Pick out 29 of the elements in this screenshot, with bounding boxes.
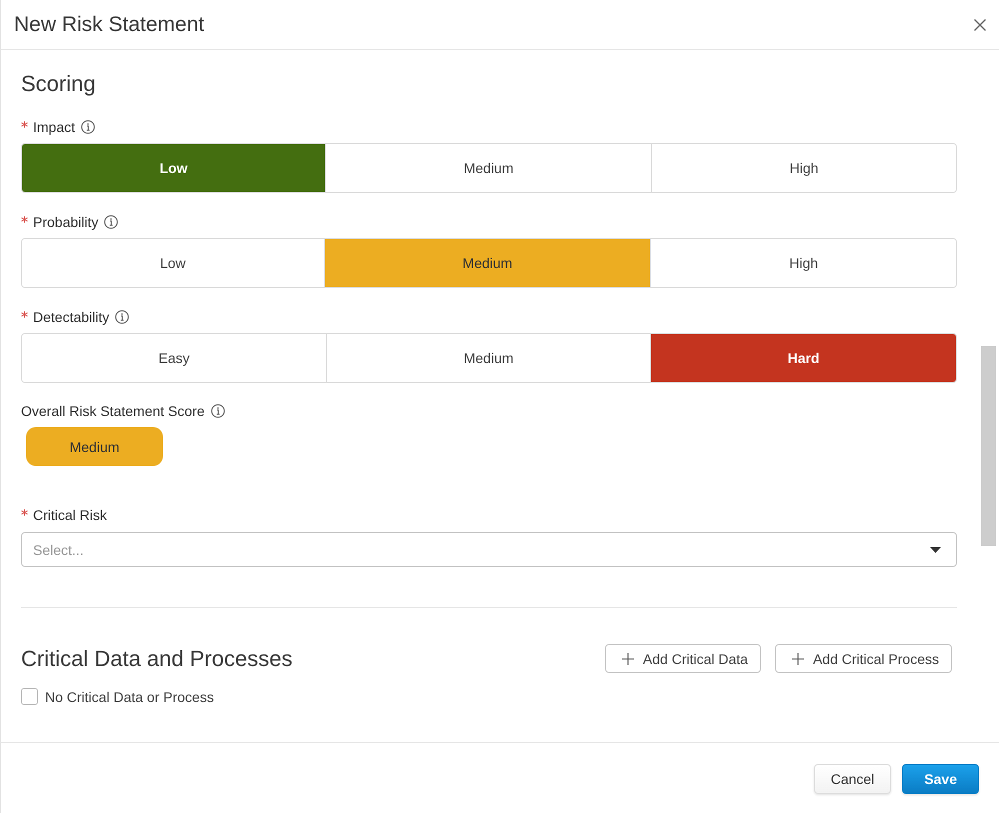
field-label: Overall Risk Statement Score	[21, 402, 205, 420]
secondary-button[interactable]: Cancel	[814, 764, 892, 794]
field-label: Probability	[33, 213, 98, 231]
checkbox-label[interactable]: No Critical Data or Process	[45, 688, 214, 704]
segment-option[interactable]: Medium	[324, 239, 650, 287]
score-badge: Medium	[26, 427, 163, 466]
info-icon[interactable]	[104, 215, 118, 229]
segment-option[interactable]: High	[651, 144, 956, 192]
dialog-title: New Risk Statement	[14, 12, 204, 38]
plus-icon	[792, 652, 804, 664]
section-heading: Critical Data and Processes	[21, 644, 292, 672]
add-button[interactable]: Add Critical Data	[604, 644, 761, 673]
info-icon[interactable]	[81, 120, 96, 134]
field-label: Detectability	[33, 308, 110, 326]
field-label: Critical Risk	[33, 506, 107, 524]
section-heading: Scoring	[21, 70, 97, 98]
plus-icon	[622, 652, 634, 664]
segment-option[interactable]: Hard	[650, 334, 956, 382]
checkbox[interactable]	[21, 688, 38, 705]
info-icon[interactable]	[210, 404, 225, 418]
segment-option[interactable]: High	[650, 239, 956, 287]
segment-option[interactable]: Low	[22, 144, 326, 192]
field-label: Impact	[33, 118, 76, 136]
info-icon[interactable]	[115, 310, 130, 324]
scrollbar-thumb[interactable]	[981, 346, 996, 546]
close-icon[interactable]	[974, 18, 986, 30]
caret-icon	[930, 546, 941, 552]
add-button[interactable]: Add Critical Process	[774, 644, 952, 673]
primary-button[interactable]: Save	[902, 764, 979, 794]
